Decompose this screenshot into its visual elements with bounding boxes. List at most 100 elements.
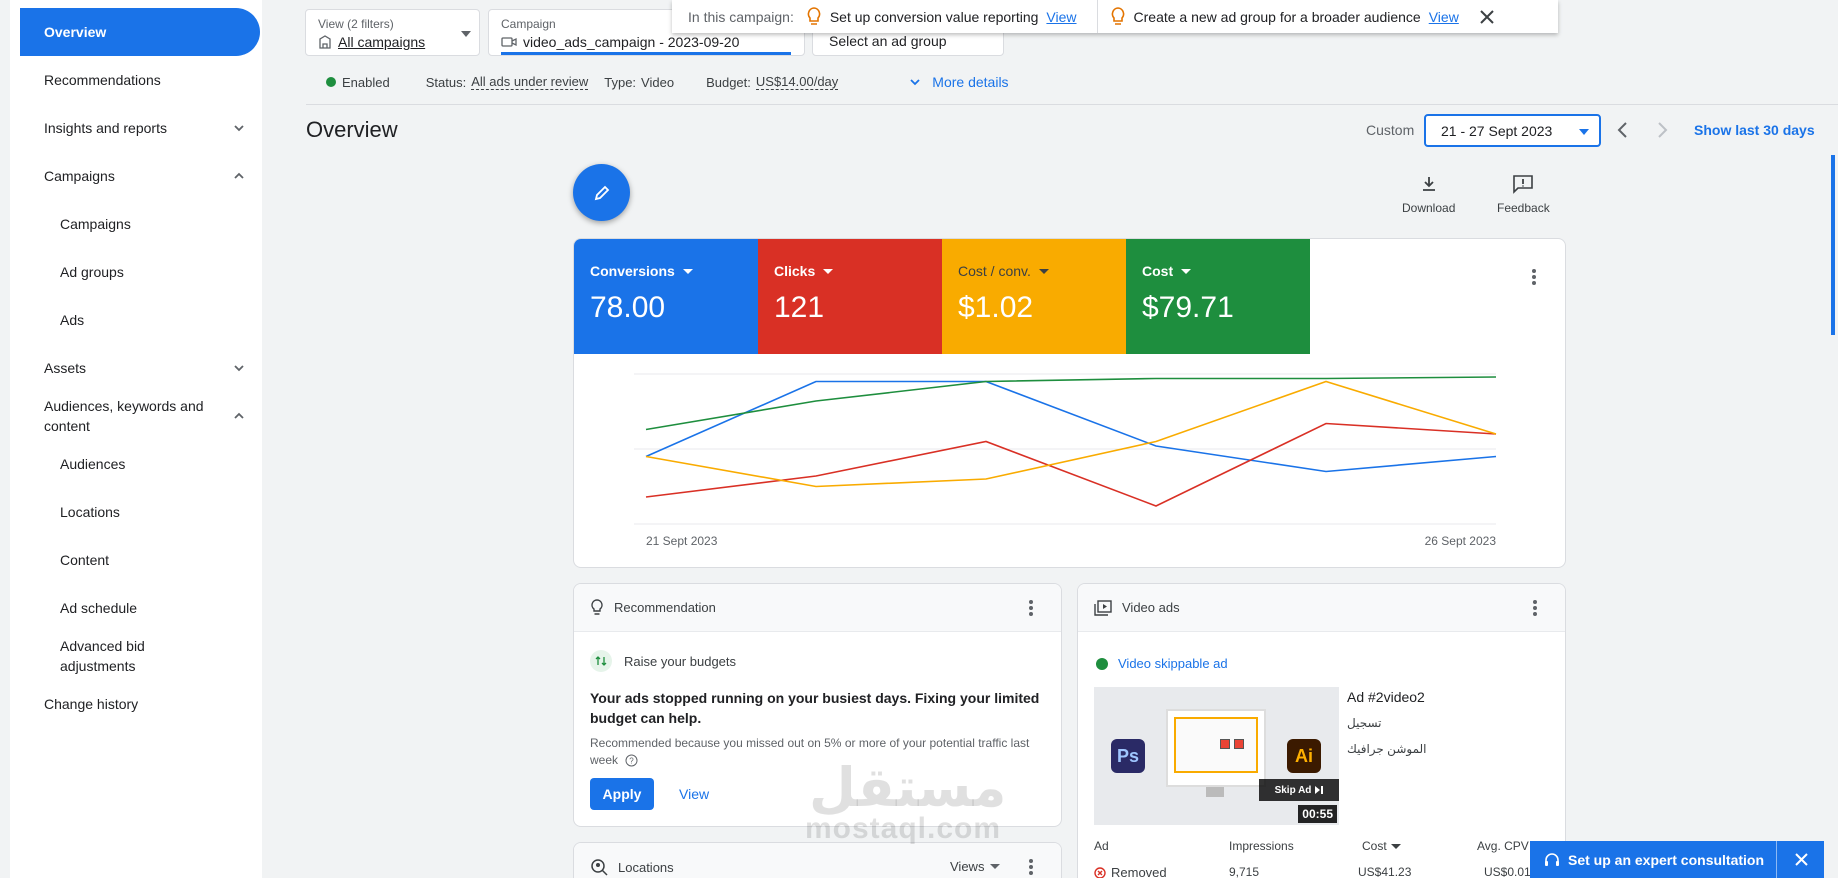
recommendation-title: Recommendation — [614, 600, 716, 615]
video-thumbnail[interactable]: Ps Ai Skip Ad 00:55 — [1094, 687, 1339, 825]
sidebar-item-audiences[interactable]: Audiences — [20, 440, 260, 488]
removed-icon — [1094, 866, 1106, 878]
close-icon[interactable] — [1794, 852, 1809, 867]
sidebar-item-insights[interactable]: Insights and reports — [20, 104, 260, 152]
sidebar-item-locations[interactable]: Locations — [20, 488, 260, 536]
ad-status-dot — [1096, 657, 1108, 670]
view-filter-text: All campaigns — [338, 34, 426, 50]
adgroup-text: Select an ad group — [829, 33, 947, 49]
building-icon — [319, 35, 331, 49]
metric-conversions[interactable]: Conversions 78.00 — [574, 239, 758, 354]
metric-label: Cost / conv. — [958, 263, 1031, 279]
x-tick-label-end: 26 Sept 2023 — [1425, 534, 1497, 548]
chart-series-line-2 — [645, 380, 1497, 488]
notification-item1-view-link[interactable]: View — [1046, 9, 1076, 25]
skip-ad-label: Skip Ad — [1274, 784, 1312, 796]
svg-text:?: ? — [630, 757, 635, 766]
download-button[interactable]: Download — [1402, 174, 1455, 215]
recommendation-subtitle-row: Raise your budgets — [590, 650, 736, 672]
help-icon[interactable]: ? — [625, 754, 638, 767]
expert-consultation-bar[interactable]: Set up an expert consultation — [1530, 841, 1824, 878]
close-icon[interactable] — [1479, 9, 1495, 25]
column-header-cost[interactable]: Cost — [1362, 839, 1401, 853]
video-ads-card: Video ads Video skippable ad Ps Ai Skip … — [1077, 583, 1566, 878]
view-filter-select[interactable]: View (2 filters) All campaigns — [305, 9, 480, 56]
recommendation-subtitle: Raise your budgets — [624, 653, 737, 669]
feedback-icon — [1513, 175, 1534, 194]
sidebar-item-label: Content — [60, 552, 110, 568]
sidebar: Overview Recommendations Insights and re… — [0, 0, 262, 878]
lightbulb-icon — [807, 6, 821, 25]
sidebar-item-campaigns-group[interactable]: Campaigns — [20, 152, 260, 200]
chart-more-menu[interactable] — [1532, 269, 1536, 285]
recommendation-more-menu[interactable] — [1029, 600, 1033, 616]
metric-label: Cost — [1142, 263, 1174, 279]
sidebar-item-label: Locations — [60, 504, 120, 520]
sidebar-item-label: Change history — [44, 696, 139, 712]
sidebar-item-content[interactable]: Content — [20, 536, 260, 584]
ad-status-cell: Removed — [1094, 865, 1167, 878]
sidebar-item-ad-groups[interactable]: Ad groups — [20, 248, 260, 296]
locations-more-menu[interactable] — [1029, 859, 1033, 875]
apply-button[interactable]: Apply — [590, 778, 654, 810]
budget-value[interactable]: US$14.00/day — [755, 74, 839, 90]
chevron-down-icon — [234, 125, 244, 132]
notification-item2: Create a new ad group for a broader audi… — [1133, 8, 1421, 25]
line-chart: 21 Sept 2023 26 Sept 2023 — [634, 373, 1497, 548]
sidebar-item-label: Ads — [60, 312, 85, 328]
sidebar-item-ad-schedule[interactable]: Ad schedule — [20, 584, 260, 632]
sidebar-item-audiences-keywords[interactable]: Audiences, keywords and content — [20, 392, 260, 440]
column-header-cost-label: Cost — [1362, 839, 1387, 853]
consult-label: Set up an expert consultation — [1568, 851, 1765, 868]
video-library-icon — [1094, 599, 1112, 616]
sidebar-item-label: Campaigns — [60, 216, 131, 232]
sidebar-item-campaigns[interactable]: Campaigns — [20, 200, 260, 248]
notification-divider — [1096, 0, 1098, 33]
metric-cost[interactable]: Cost $79.71 — [1126, 239, 1310, 354]
page-scrollbar[interactable] — [1831, 155, 1835, 335]
sidebar-item-advanced-bid[interactable]: Advanced bid adjustments — [20, 632, 260, 680]
locations-title: Locations — [618, 859, 674, 875]
avg-cpv-value: US$0.01 — [1484, 865, 1531, 878]
date-range-select[interactable]: 21 - 27 Sept 2023 — [1424, 114, 1601, 147]
edit-fab-button[interactable] — [573, 164, 630, 221]
sidebar-item-recommendations[interactable]: Recommendations — [20, 56, 260, 104]
thumbnail-monitor — [1166, 709, 1266, 787]
video-camera-icon — [501, 37, 517, 47]
video-ads-more-menu[interactable] — [1533, 600, 1537, 616]
campaign-value: video_ads_campaign - 2023-09-20 — [501, 34, 739, 50]
column-header-avg-cpv: Avg. CPV — [1477, 839, 1529, 853]
chevron-right-icon[interactable] — [1655, 120, 1669, 140]
feedback-button[interactable]: Feedback — [1497, 174, 1550, 215]
cost-value: US$41.23 — [1358, 865, 1412, 878]
view-recommendation-link[interactable]: View — [679, 786, 709, 802]
video-ad-type-link[interactable]: Video skippable ad — [1118, 656, 1228, 671]
ad-headline: تسجيل — [1347, 716, 1382, 730]
view-filter-label: View (2 filters) — [318, 17, 394, 31]
notification-item2-view-link[interactable]: View — [1429, 9, 1459, 25]
chart-series-line-1 — [645, 422, 1497, 507]
sidebar-item-assets[interactable]: Assets — [20, 344, 260, 392]
more-details-link[interactable]: More details — [932, 74, 1008, 90]
locations-views-select[interactable]: Views — [950, 859, 1001, 874]
metric-label: Conversions — [590, 263, 675, 279]
sidebar-item-ads[interactable]: Ads — [20, 296, 260, 344]
sidebar-item-label: Ad groups — [60, 264, 124, 280]
chevron-down-icon — [910, 79, 920, 86]
caret-down-icon — [1181, 268, 1192, 274]
status-value[interactable]: All ads under review — [471, 74, 589, 90]
chevron-left-icon[interactable] — [1616, 120, 1630, 140]
metric-value: 121 — [774, 291, 825, 324]
performance-chart-card: Conversions 78.00 Clicks 121 Cost / conv… — [573, 238, 1566, 568]
show-last-30-days-button[interactable]: Show last 30 days — [1694, 122, 1815, 138]
watermark-arabic: مستقل — [809, 758, 1007, 818]
chevron-up-icon — [234, 172, 244, 179]
sidebar-item-overview[interactable]: Overview — [20, 8, 260, 56]
lightbulb-icon — [1111, 6, 1124, 25]
caret-down-icon — [461, 31, 471, 37]
metric-cost-per-conv[interactable]: Cost / conv. $1.02 — [942, 239, 1126, 354]
metric-clicks[interactable]: Clicks 121 — [758, 239, 942, 354]
sidebar-item-label: Advanced bid adjustments — [60, 638, 145, 674]
skip-next-icon — [1315, 786, 1324, 794]
sidebar-item-change-history[interactable]: Change history — [20, 680, 260, 728]
